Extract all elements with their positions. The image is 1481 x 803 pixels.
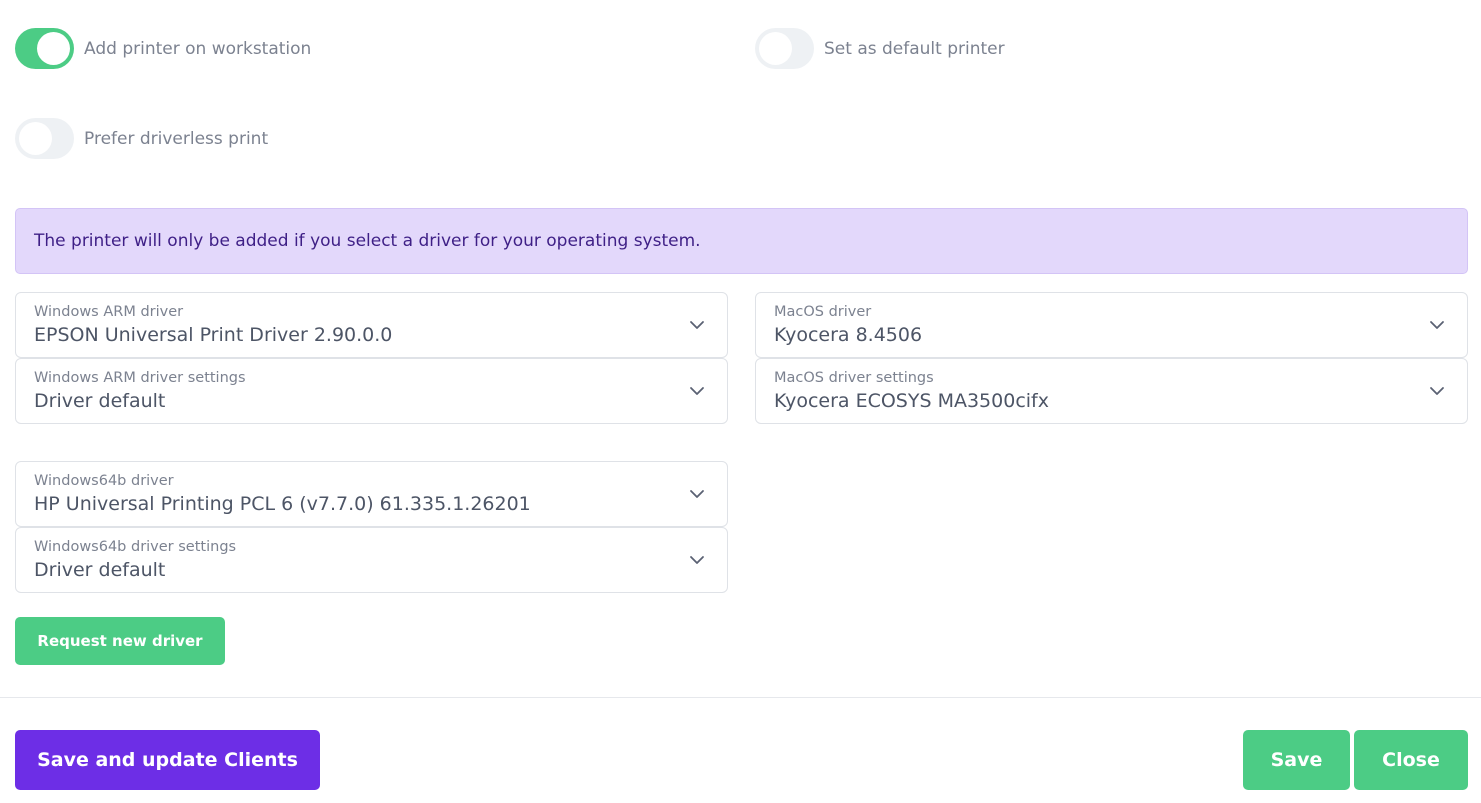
request-new-driver-button[interactable]: Request new driver: [15, 617, 225, 665]
field-label: Windows ARM driver: [34, 304, 184, 320]
windows-arm-driver-select[interactable]: Windows ARM driver EPSON Universal Print…: [15, 292, 728, 358]
chevron-down-icon: [690, 490, 704, 498]
add-printer-label: Add printer on workstation: [84, 38, 312, 59]
toggle-knob: [19, 122, 52, 155]
toggle-knob: [759, 32, 792, 65]
add-printer-toggle[interactable]: [15, 28, 74, 69]
toggle-row-add-printer: Add printer on workstation: [15, 28, 311, 69]
driverless-label: Prefer driverless print: [84, 128, 269, 149]
toggle-row-default-printer: Set as default printer: [755, 28, 1005, 69]
default-printer-toggle[interactable]: [755, 28, 814, 69]
macos-driver-select[interactable]: MacOS driver Kyocera 8.4506: [755, 292, 1468, 358]
chevron-down-icon: [1430, 387, 1444, 395]
printer-settings-panel: Add printer on workstation Set as defaul…: [0, 0, 1481, 803]
windows64-settings-select[interactable]: Windows64b driver settings Driver defaul…: [15, 527, 728, 593]
windows64-driver-select[interactable]: Windows64b driver HP Universal Printing …: [15, 461, 728, 527]
field-label: MacOS driver: [774, 304, 872, 320]
driverless-toggle[interactable]: [15, 118, 74, 159]
field-label: Windows ARM driver settings: [34, 370, 246, 386]
field-label: Windows64b driver settings: [34, 539, 237, 555]
field-value: Kyocera 8.4506: [774, 324, 923, 346]
close-button[interactable]: Close: [1354, 730, 1468, 790]
chevron-down-icon: [690, 387, 704, 395]
macos-settings-select[interactable]: MacOS driver settings Kyocera ECOSYS MA3…: [755, 358, 1468, 424]
field-label: MacOS driver settings: [774, 370, 934, 386]
field-value: Driver default: [34, 559, 166, 581]
chevron-down-icon: [690, 556, 704, 564]
chevron-down-icon: [1430, 321, 1444, 329]
save-button[interactable]: Save: [1243, 730, 1350, 790]
field-value: Kyocera ECOSYS MA3500cifx: [774, 390, 1049, 412]
field-value: EPSON Universal Print Driver 2.90.0.0: [34, 324, 393, 346]
driver-info-banner: The printer will only be added if you se…: [15, 208, 1468, 274]
toggle-row-driverless: Prefer driverless print: [15, 118, 268, 159]
footer-divider: [0, 697, 1481, 698]
field-label: Windows64b driver: [34, 473, 174, 489]
chevron-down-icon: [690, 321, 704, 329]
field-value: Driver default: [34, 390, 166, 412]
save-and-update-clients-button[interactable]: Save and update Clients: [15, 730, 320, 790]
default-printer-label: Set as default printer: [824, 38, 1005, 59]
driver-info-text: The printer will only be added if you se…: [34, 231, 701, 251]
field-value: HP Universal Printing PCL 6 (v7.7.0) 61.…: [34, 493, 531, 515]
toggle-knob: [37, 32, 70, 65]
windows-arm-settings-select[interactable]: Windows ARM driver settings Driver defau…: [15, 358, 728, 424]
